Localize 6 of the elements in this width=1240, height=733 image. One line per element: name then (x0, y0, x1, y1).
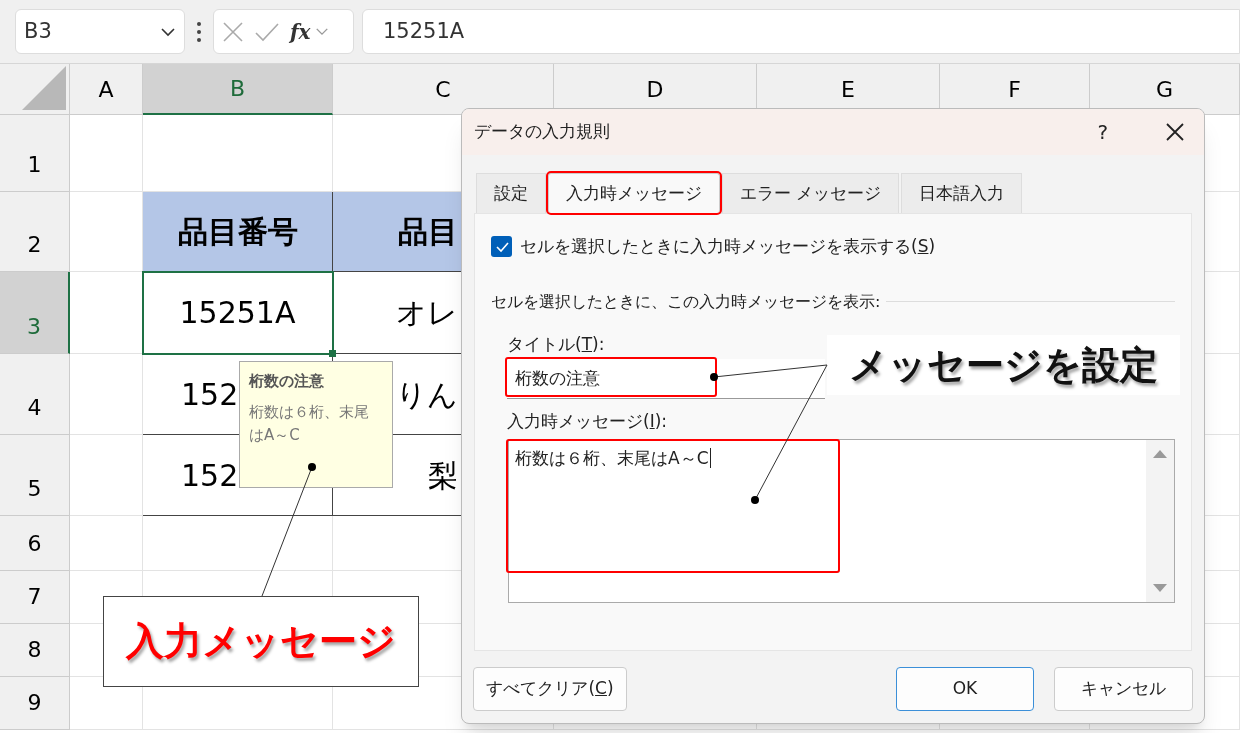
tip-title: 桁数の注意 (249, 371, 325, 392)
callout-tooltip: メッセージを設定 (827, 335, 1180, 395)
dialog-title: データの入力規則 (474, 120, 611, 144)
callout-tooltip: 入力メッセージ (103, 596, 419, 687)
table-cell: 品目番号 (143, 192, 333, 272)
table-cell: 15251A (143, 272, 333, 354)
